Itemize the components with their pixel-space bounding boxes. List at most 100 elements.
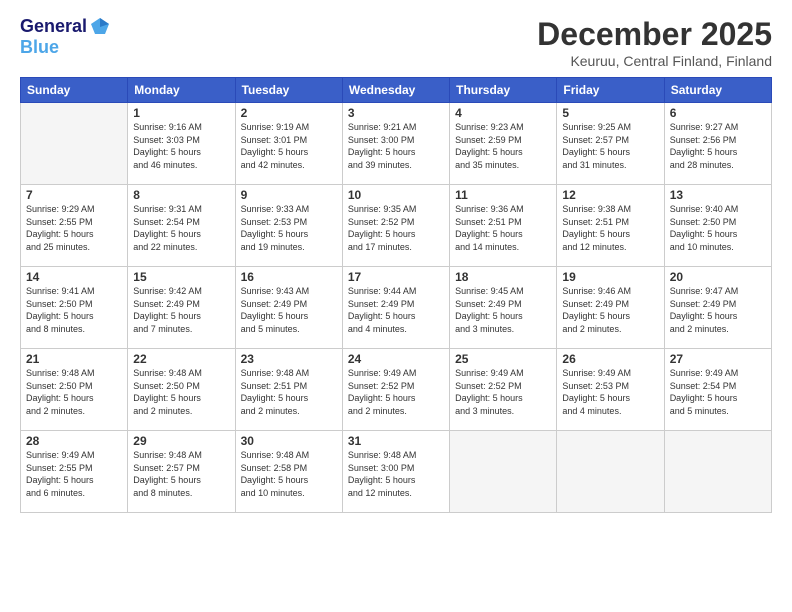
day-number: 30 (241, 434, 337, 448)
day-info: Sunrise: 9:35 AMSunset: 2:52 PMDaylight:… (348, 203, 444, 253)
day-info: Sunrise: 9:49 AMSunset: 2:55 PMDaylight:… (26, 449, 122, 499)
col-header-tuesday: Tuesday (235, 78, 342, 103)
title-section: December 2025 Keuruu, Central Finland, F… (537, 16, 772, 69)
day-info: Sunrise: 9:21 AMSunset: 3:00 PMDaylight:… (348, 121, 444, 171)
month-title: December 2025 (537, 16, 772, 53)
day-info: Sunrise: 9:48 AMSunset: 2:50 PMDaylight:… (133, 367, 229, 417)
calendar-cell: 17Sunrise: 9:44 AMSunset: 2:49 PMDayligh… (342, 267, 449, 349)
col-header-sunday: Sunday (21, 78, 128, 103)
calendar-cell (450, 431, 557, 513)
day-number: 4 (455, 106, 551, 120)
week-row-1: 1Sunrise: 9:16 AMSunset: 3:03 PMDaylight… (21, 103, 772, 185)
day-info: Sunrise: 9:23 AMSunset: 2:59 PMDaylight:… (455, 121, 551, 171)
calendar-cell: 6Sunrise: 9:27 AMSunset: 2:56 PMDaylight… (664, 103, 771, 185)
day-number: 27 (670, 352, 766, 366)
col-header-wednesday: Wednesday (342, 78, 449, 103)
logo-blue: Blue (20, 38, 111, 58)
day-number: 1 (133, 106, 229, 120)
day-number: 20 (670, 270, 766, 284)
day-number: 13 (670, 188, 766, 202)
col-header-saturday: Saturday (664, 78, 771, 103)
day-info: Sunrise: 9:49 AMSunset: 2:53 PMDaylight:… (562, 367, 658, 417)
calendar-cell: 26Sunrise: 9:49 AMSunset: 2:53 PMDayligh… (557, 349, 664, 431)
day-info: Sunrise: 9:40 AMSunset: 2:50 PMDaylight:… (670, 203, 766, 253)
day-number: 15 (133, 270, 229, 284)
calendar-cell: 3Sunrise: 9:21 AMSunset: 3:00 PMDaylight… (342, 103, 449, 185)
day-info: Sunrise: 9:42 AMSunset: 2:49 PMDaylight:… (133, 285, 229, 335)
day-number: 28 (26, 434, 122, 448)
day-info: Sunrise: 9:48 AMSunset: 2:57 PMDaylight:… (133, 449, 229, 499)
day-number: 23 (241, 352, 337, 366)
calendar-cell: 21Sunrise: 9:48 AMSunset: 2:50 PMDayligh… (21, 349, 128, 431)
day-info: Sunrise: 9:48 AMSunset: 2:50 PMDaylight:… (26, 367, 122, 417)
day-info: Sunrise: 9:25 AMSunset: 2:57 PMDaylight:… (562, 121, 658, 171)
day-number: 14 (26, 270, 122, 284)
day-number: 29 (133, 434, 229, 448)
week-row-3: 14Sunrise: 9:41 AMSunset: 2:50 PMDayligh… (21, 267, 772, 349)
day-number: 5 (562, 106, 658, 120)
calendar-cell: 7Sunrise: 9:29 AMSunset: 2:55 PMDaylight… (21, 185, 128, 267)
calendar-cell: 18Sunrise: 9:45 AMSunset: 2:49 PMDayligh… (450, 267, 557, 349)
day-number: 31 (348, 434, 444, 448)
day-number: 2 (241, 106, 337, 120)
day-info: Sunrise: 9:48 AMSunset: 3:00 PMDaylight:… (348, 449, 444, 499)
day-info: Sunrise: 9:44 AMSunset: 2:49 PMDaylight:… (348, 285, 444, 335)
calendar-cell: 4Sunrise: 9:23 AMSunset: 2:59 PMDaylight… (450, 103, 557, 185)
day-info: Sunrise: 9:45 AMSunset: 2:49 PMDaylight:… (455, 285, 551, 335)
day-number: 10 (348, 188, 444, 202)
location: Keuruu, Central Finland, Finland (537, 53, 772, 69)
calendar-cell: 22Sunrise: 9:48 AMSunset: 2:50 PMDayligh… (128, 349, 235, 431)
calendar-cell: 10Sunrise: 9:35 AMSunset: 2:52 PMDayligh… (342, 185, 449, 267)
day-number: 8 (133, 188, 229, 202)
calendar-cell: 2Sunrise: 9:19 AMSunset: 3:01 PMDaylight… (235, 103, 342, 185)
page: General Blue December 2025 Keuruu, Centr… (0, 0, 792, 612)
day-info: Sunrise: 9:33 AMSunset: 2:53 PMDaylight:… (241, 203, 337, 253)
day-info: Sunrise: 9:48 AMSunset: 2:51 PMDaylight:… (241, 367, 337, 417)
calendar-cell: 30Sunrise: 9:48 AMSunset: 2:58 PMDayligh… (235, 431, 342, 513)
day-info: Sunrise: 9:46 AMSunset: 2:49 PMDaylight:… (562, 285, 658, 335)
logo-general: General (20, 17, 87, 37)
day-info: Sunrise: 9:16 AMSunset: 3:03 PMDaylight:… (133, 121, 229, 171)
calendar-cell: 31Sunrise: 9:48 AMSunset: 3:00 PMDayligh… (342, 431, 449, 513)
week-row-4: 21Sunrise: 9:48 AMSunset: 2:50 PMDayligh… (21, 349, 772, 431)
calendar-cell (557, 431, 664, 513)
calendar-cell: 13Sunrise: 9:40 AMSunset: 2:50 PMDayligh… (664, 185, 771, 267)
day-number: 17 (348, 270, 444, 284)
calendar-cell: 25Sunrise: 9:49 AMSunset: 2:52 PMDayligh… (450, 349, 557, 431)
day-number: 16 (241, 270, 337, 284)
col-header-thursday: Thursday (450, 78, 557, 103)
day-number: 26 (562, 352, 658, 366)
day-info: Sunrise: 9:49 AMSunset: 2:52 PMDaylight:… (348, 367, 444, 417)
day-number: 9 (241, 188, 337, 202)
calendar-cell: 16Sunrise: 9:43 AMSunset: 2:49 PMDayligh… (235, 267, 342, 349)
day-info: Sunrise: 9:31 AMSunset: 2:54 PMDaylight:… (133, 203, 229, 253)
calendar-cell: 12Sunrise: 9:38 AMSunset: 2:51 PMDayligh… (557, 185, 664, 267)
col-header-friday: Friday (557, 78, 664, 103)
day-info: Sunrise: 9:41 AMSunset: 2:50 PMDaylight:… (26, 285, 122, 335)
calendar-cell: 23Sunrise: 9:48 AMSunset: 2:51 PMDayligh… (235, 349, 342, 431)
day-info: Sunrise: 9:27 AMSunset: 2:56 PMDaylight:… (670, 121, 766, 171)
calendar-cell (664, 431, 771, 513)
calendar-cell (21, 103, 128, 185)
day-number: 19 (562, 270, 658, 284)
calendar-cell: 27Sunrise: 9:49 AMSunset: 2:54 PMDayligh… (664, 349, 771, 431)
day-number: 22 (133, 352, 229, 366)
calendar-cell: 24Sunrise: 9:49 AMSunset: 2:52 PMDayligh… (342, 349, 449, 431)
calendar-cell: 20Sunrise: 9:47 AMSunset: 2:49 PMDayligh… (664, 267, 771, 349)
calendar-cell: 19Sunrise: 9:46 AMSunset: 2:49 PMDayligh… (557, 267, 664, 349)
calendar-cell: 8Sunrise: 9:31 AMSunset: 2:54 PMDaylight… (128, 185, 235, 267)
day-number: 25 (455, 352, 551, 366)
day-info: Sunrise: 9:49 AMSunset: 2:52 PMDaylight:… (455, 367, 551, 417)
calendar-cell: 15Sunrise: 9:42 AMSunset: 2:49 PMDayligh… (128, 267, 235, 349)
week-row-2: 7Sunrise: 9:29 AMSunset: 2:55 PMDaylight… (21, 185, 772, 267)
day-number: 6 (670, 106, 766, 120)
day-info: Sunrise: 9:48 AMSunset: 2:58 PMDaylight:… (241, 449, 337, 499)
day-number: 21 (26, 352, 122, 366)
logo-flag-icon (89, 16, 111, 38)
calendar-cell: 28Sunrise: 9:49 AMSunset: 2:55 PMDayligh… (21, 431, 128, 513)
day-info: Sunrise: 9:19 AMSunset: 3:01 PMDaylight:… (241, 121, 337, 171)
day-info: Sunrise: 9:36 AMSunset: 2:51 PMDaylight:… (455, 203, 551, 253)
col-header-monday: Monday (128, 78, 235, 103)
calendar-cell: 29Sunrise: 9:48 AMSunset: 2:57 PMDayligh… (128, 431, 235, 513)
header: General Blue December 2025 Keuruu, Centr… (20, 16, 772, 69)
